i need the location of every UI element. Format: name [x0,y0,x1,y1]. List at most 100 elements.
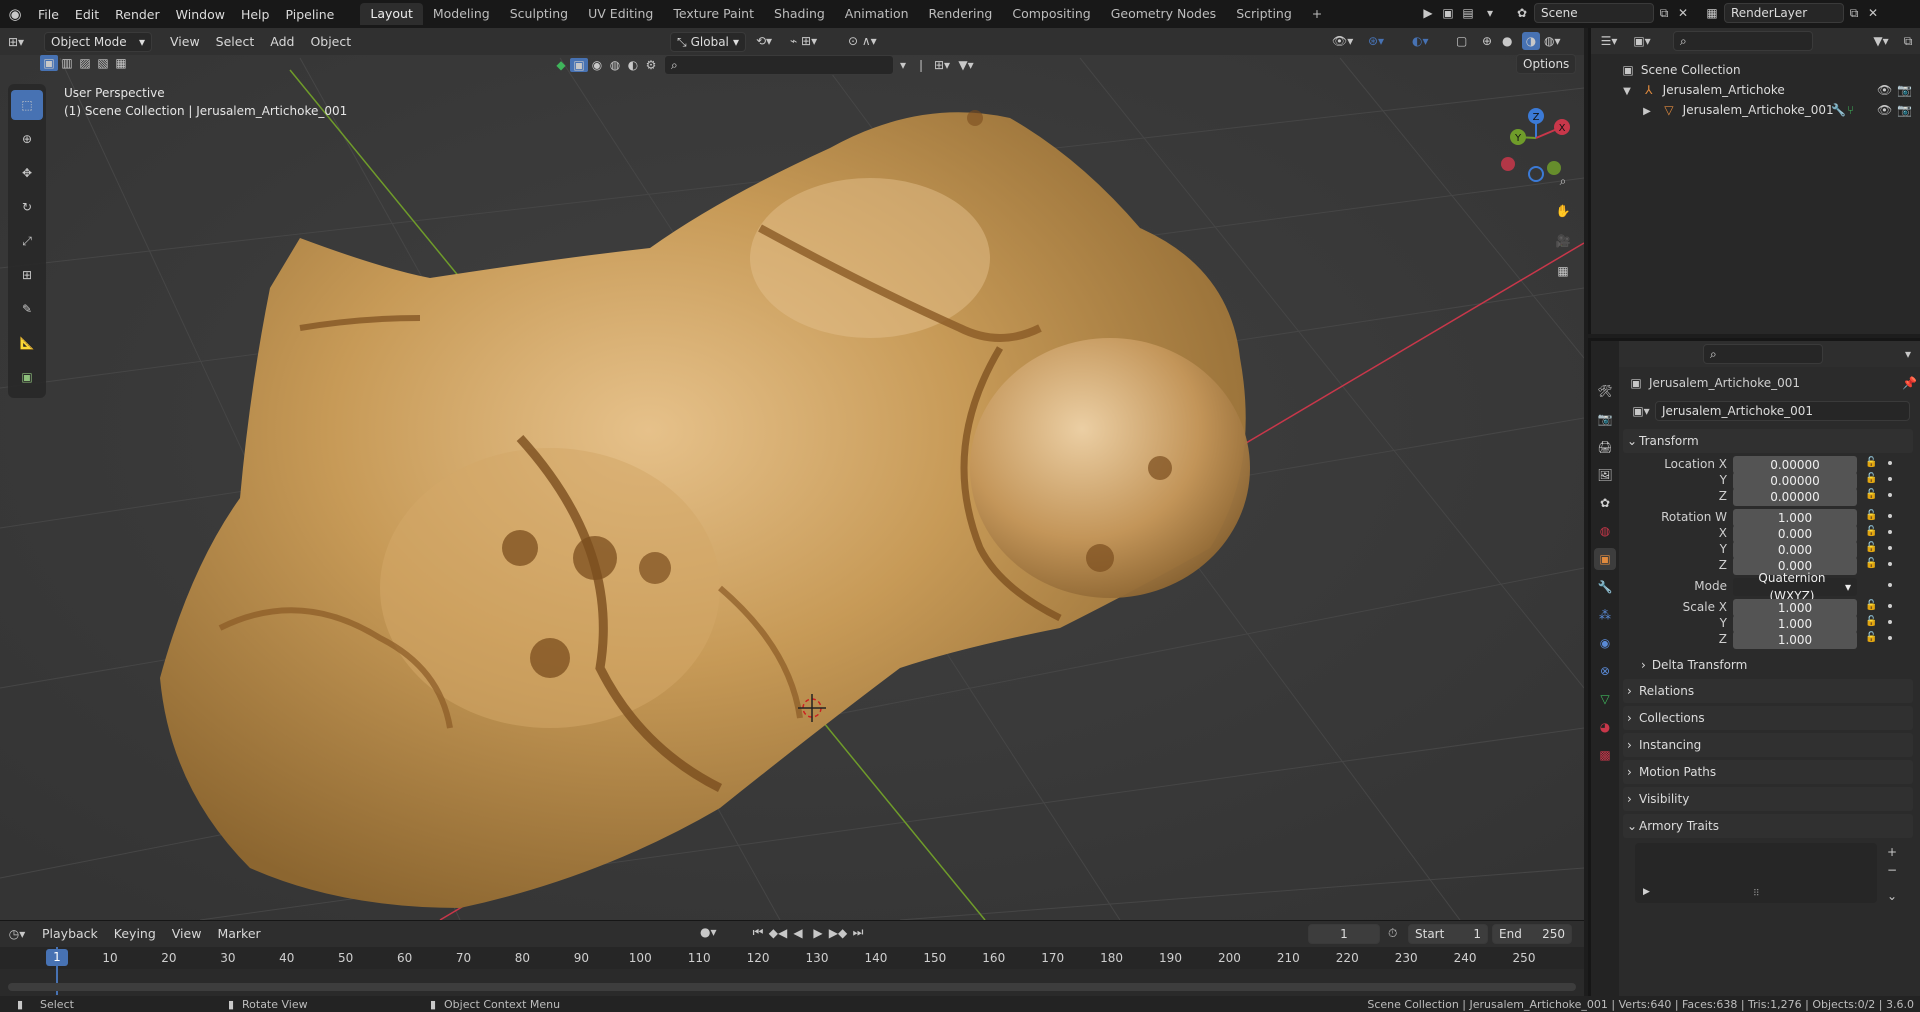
add-trait-icon[interactable]: + [1887,845,1897,859]
world-filter-icon[interactable]: ◍ [606,58,624,72]
modifier-wrench-icon[interactable]: 🔧 [1831,100,1846,120]
menu-edit[interactable]: Edit [67,7,107,22]
3d-viewport[interactable]: ⊞▾ Object Mode ▾ View Select Add Object ⤡… [0,28,1584,920]
lock-icon[interactable]: 🔓 [1865,616,1877,627]
armory-traits-panel-header[interactable]: ⌄ Armory Traits [1623,814,1913,838]
editor-type-icon[interactable]: ⊞▾ [0,35,32,49]
visibility-icon[interactable]: 👁▾ [1332,34,1353,48]
overlay-toggle-icon[interactable]: ◐▾ [1412,34,1429,48]
play-render-icon[interactable]: ▶ [1418,6,1438,20]
outliner-item-jerusalem-artichoke-001[interactable]: ▶ ▽ Jerusalem_Artichoke_001 🔧 ⑂ 👁 📷 [1591,100,1920,120]
perspective-toggle-icon[interactable]: ▦ [1550,258,1576,284]
texture-tab-icon[interactable]: ▩ [1594,744,1616,766]
keyframe-dot[interactable] [1888,514,1892,518]
object-name-field[interactable]: Jerusalem_Artichoke_001 [1655,401,1910,421]
menu-view[interactable]: View [162,32,208,52]
tool-tab-icon[interactable]: 🛠 [1594,380,1616,402]
material-tab-icon[interactable]: ◕ [1594,716,1616,738]
play-reverse-icon[interactable]: ◀ [788,926,808,940]
menu-help[interactable]: Help [233,7,278,22]
start-frame-field[interactable]: Start 1 [1408,924,1488,944]
bookmark-icon[interactable]: ❘ [912,58,930,72]
object-mode-dropdown[interactable]: Object Mode ▾ [44,31,152,52]
properties-options-icon[interactable]: ▾ [1896,347,1920,361]
expand-right-icon[interactable]: ▶ [1639,102,1655,122]
relations-panel-header[interactable]: › Relations [1623,679,1913,703]
transform-orientation-dropdown[interactable]: ⤡ Global ▾ [670,32,746,52]
add-workspace-button[interactable]: + [1302,3,1332,25]
lock-icon[interactable]: 🔓 [1865,473,1877,484]
lock-icon[interactable]: 🔓 [1865,526,1877,537]
move-tool[interactable]: ✥ [11,158,43,188]
pivot-icon[interactable]: ⟲▾ [756,34,772,48]
tab-geometry-nodes[interactable]: Geometry Nodes [1101,3,1226,25]
keyframe-dot[interactable] [1888,477,1892,481]
scale-tool[interactable]: ⤢ [11,226,43,256]
camera-render-icon[interactable]: 📷 [1897,100,1912,120]
current-frame-field[interactable]: 1 [1308,924,1380,944]
outliner-item-jerusalem-artichoke[interactable]: ▼ ⅄ Jerusalem_Artichoke 👁 📷 [1591,80,1920,100]
zoom-icon[interactable]: ⌕ [1550,168,1576,194]
keyframe-dot[interactable] [1888,620,1892,624]
view-layer-tab-icon[interactable]: 🖼 [1594,464,1616,486]
scene-tab-icon[interactable]: ✿ [1594,492,1616,514]
camera-view-icon[interactable]: 🎥 [1550,228,1576,254]
rotate-tool[interactable]: ↻ [11,192,43,222]
outliner-scene-collection[interactable]: ▣ Scene Collection [1591,60,1920,80]
lock-icon[interactable]: 🔓 [1865,632,1877,643]
outliner-filter-icon[interactable]: ▼▾ [1866,34,1896,48]
snap-icon[interactable]: ⌁ ⊞▾ [790,34,817,48]
render-anim-icon[interactable]: ▤ [1458,6,1478,20]
data-tab-icon[interactable]: ▽ [1594,688,1616,710]
visibility-panel-header[interactable]: › Visibility [1623,787,1913,811]
keyframe-dot[interactable] [1888,530,1892,534]
render-tab-icon[interactable]: 📷 [1594,408,1616,430]
render-layer-selector[interactable]: RenderLayer [1724,3,1844,23]
asset-search-input[interactable]: ⌕ [664,55,894,75]
object-filter-icon[interactable]: ▣ [570,58,588,72]
timeline-menu-view[interactable]: View [164,924,210,944]
tab-modeling[interactable]: Modeling [423,3,500,25]
jump-end-icon[interactable]: ⏭ [848,925,868,940]
wireframe-shading-icon[interactable]: ⊕ [1482,34,1492,48]
instancing-panel-header[interactable]: › Instancing [1623,733,1913,757]
all-types-icon[interactable]: ◆ [552,58,570,72]
delete-scene-icon[interactable]: ✕ [1674,6,1692,20]
proportional-edit-icon[interactable]: ⊙ ∧▾ [848,34,877,48]
material-filter-icon[interactable]: ◉ [588,58,606,72]
keyframe-dot[interactable] [1888,636,1892,640]
world-tab-icon[interactable]: ◍ [1594,520,1616,542]
select-box-tool[interactable]: ⬚ [11,90,43,120]
rendered-shading-icon[interactable]: ◍▾ [1544,34,1561,48]
lock-icon[interactable]: 🔓 [1865,558,1877,569]
clock-icon[interactable]: ⏱ [1388,926,1397,941]
timeline-editor-type-icon[interactable]: ◷▾ [0,927,34,941]
eye-icon[interactable]: 👁 [1877,80,1892,100]
modifier-tab-icon[interactable]: 🔧 [1594,576,1616,598]
lock-icon[interactable]: 🔓 [1865,542,1877,553]
next-keyframe-icon[interactable]: ▶◆ [828,926,848,940]
delete-layer-icon[interactable]: ✕ [1864,6,1882,20]
resize-grip-icon[interactable]: ⠿ [1753,889,1760,899]
playhead[interactable]: 1 [46,949,68,966]
keyframe-dot[interactable] [1888,583,1892,587]
measure-tool[interactable]: 📐 [11,328,43,358]
particles-tab-icon[interactable]: ⁂ [1594,604,1616,626]
keyframe-dot[interactable] [1888,604,1892,608]
output-tab-icon[interactable]: 🖨 [1594,436,1616,458]
keyframe-dot[interactable] [1888,546,1892,550]
cursor-tool[interactable]: ⊕ [11,124,43,154]
prev-keyframe-icon[interactable]: ◆◀ [768,926,788,940]
tab-sculpting[interactable]: Sculpting [500,3,578,25]
dropdown-icon[interactable]: ▾ [894,58,912,72]
motion-paths-panel-header[interactable]: › Motion Paths [1623,760,1913,784]
lock-icon[interactable]: 🔓 [1865,510,1877,521]
menu-window[interactable]: Window [168,7,233,22]
tab-compositing[interactable]: Compositing [1002,3,1100,25]
expand-right-icon[interactable]: ▶ [1643,887,1650,897]
object-tab-icon[interactable]: ▣ [1594,548,1616,570]
outliner-editor-type-icon[interactable]: ☰▾ [1591,34,1627,48]
transform-tool[interactable]: ⊞ [11,260,43,290]
tab-uv-editing[interactable]: UV Editing [578,3,663,25]
solid-shading-icon[interactable]: ● [1502,34,1512,48]
